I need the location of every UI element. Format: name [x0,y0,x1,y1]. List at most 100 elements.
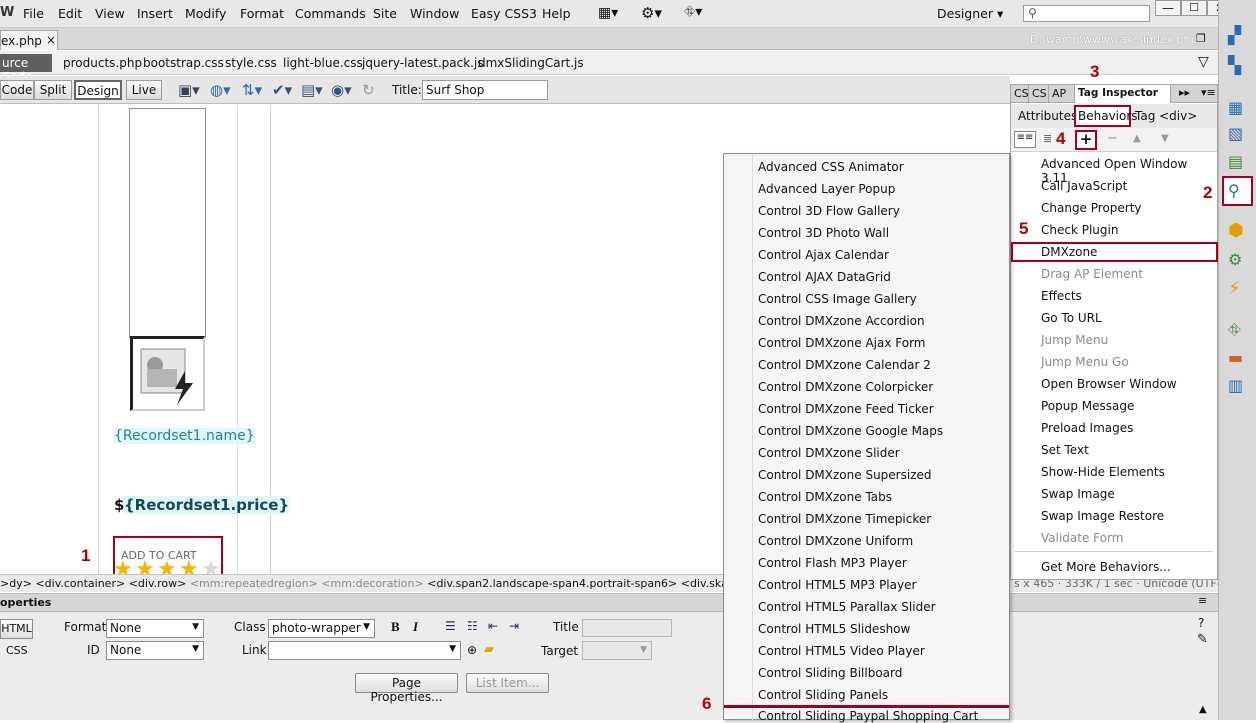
minimize-button[interactable]: — [1155,0,1181,16]
behavior-item[interactable]: Call JavaScript [1041,179,1127,193]
behavior-item[interactable]: Jump Menu Go [1041,355,1129,369]
tag-div-span2[interactable]: <div.span2.landscape-span4.portrait-span… [427,577,677,590]
tab-css-transitions[interactable]: CS [1029,85,1049,103]
panel-menu-icon[interactable]: ≡ [1198,594,1207,607]
live-view-button[interactable]: Live [126,80,162,100]
submenu-item[interactable]: Control HTML5 Slideshow [758,622,910,636]
tag-decoration[interactable]: <mm:decoration> [321,577,423,590]
class-select[interactable]: photo-wrapper ▼ [268,619,375,638]
recordset-price[interactable]: {Recordset1.price} [124,496,290,514]
point-to-file-icon[interactable]: ⊕ [467,643,477,657]
target-select[interactable]: ▼ [582,641,652,660]
link-input[interactable]: ▼ [268,641,461,660]
submenu-item[interactable]: Control Ajax Calendar [758,248,889,262]
menu-file[interactable]: File [23,6,44,21]
related-file[interactable]: jquery-latest.pack.js [362,56,484,70]
more-tabs-icon[interactable]: ▸▸ [1179,86,1190,99]
behavior-item-dmxzone[interactable]: DMXzone [1041,245,1097,259]
refresh-icon[interactable]: ↻ [362,81,375,99]
submenu-item[interactable]: Control DMXzone Colorpicker [758,380,933,394]
add-to-cart-button[interactable]: ADD TO CART [121,549,197,562]
menu-edit[interactable]: Edit [58,6,82,21]
submenu-item[interactable]: Control HTML5 MP3 Player [758,578,916,592]
panel-options-icon[interactable]: ▾≡ [1201,86,1216,99]
menu-help[interactable]: Help [542,6,571,21]
behavior-item[interactable]: Open Browser Window [1041,377,1177,391]
bindings-icon[interactable]: ⚙ [1228,250,1248,270]
behavior-item[interactable]: Validate Form [1041,531,1123,545]
related-file[interactable]: light-blue.css [283,56,363,70]
remove-behavior-button[interactable]: − [1107,131,1118,146]
submenu-item[interactable]: Control 3D Flow Gallery [758,204,900,218]
submenu-item[interactable]: Advanced CSS Animator [758,160,904,174]
submenu-item-paypal-cart[interactable]: Control Sliding Paypal Shopping Cart [758,709,978,723]
css-mode-button[interactable]: CSS [6,644,28,657]
submenu-item[interactable]: Control Sliding Billboard [758,666,902,680]
filter-icon[interactable]: ▽ [1198,54,1209,70]
submenu-item[interactable]: Control DMXzone Tabs [758,490,892,504]
submenu-item[interactable]: Control DMXzone Uniform [758,534,913,548]
menu-view[interactable]: View [95,6,125,21]
expand-icon[interactable]: ▲ [1199,704,1207,715]
snippets-icon[interactable]: ▤ [1228,152,1248,172]
behavior-item[interactable]: Show-Hide Elements [1041,465,1165,479]
show-all-events-icon[interactable]: ≣ [1043,132,1052,145]
indent-icon[interactable]: ⇥ [509,619,519,633]
related-file[interactable]: style.css [225,56,277,70]
server-behaviors-icon[interactable]: ⚡ [1228,278,1248,299]
tag-div-container[interactable]: <div.container> [35,577,125,590]
files-icon[interactable]: ▞ [1228,26,1248,46]
title-input[interactable]: Surf Shop [422,80,548,100]
folder-icon[interactable]: ▰ [484,642,494,657]
tag-body[interactable]: >dy> [0,577,32,590]
menu-site[interactable]: Site [373,6,397,21]
tag-div-tab[interactable]: Tag <div> [1135,109,1197,123]
file-management-icon[interactable]: ⇅▾ [242,81,262,99]
results-icon[interactable]: ▥ [1228,376,1248,396]
submenu-item[interactable]: Control DMXzone Timepicker [758,512,931,526]
behavior-item[interactable]: Popup Message [1041,399,1134,413]
layout-icon[interactable]: ▦▾ [598,5,618,21]
assets-icon[interactable]: ▚ [1228,56,1248,76]
recordset-name[interactable]: {Recordset1.name} [114,428,255,444]
submenu-item[interactable]: Control DMXzone Ajax Form [758,336,926,350]
image-placeholder-top[interactable] [129,108,206,338]
behaviors-tab[interactable]: Behaviors [1074,105,1138,127]
tab-tag-inspector[interactable]: Tag Inspector [1075,85,1171,103]
submenu-item[interactable]: Control AJAX DataGrid [758,270,891,284]
show-set-events-icon[interactable]: ≡≡ [1014,131,1036,148]
submenu-item[interactable]: Control DMXzone Accordion [758,314,925,328]
submenu-item[interactable]: Control HTML5 Parallax Slider [758,600,936,614]
format-select[interactable]: None ▼ [106,619,204,638]
submenu-item[interactable]: Control DMXzone Calendar 2 [758,358,931,372]
unordered-list-icon[interactable]: ☰ [445,619,456,633]
page-properties-button[interactable]: Page Properties... [355,673,458,704]
components-icon[interactable]: ⛗ [1228,320,1248,340]
submenu-item[interactable]: Control 3D Photo Wall [758,226,889,240]
tab-index-php[interactable]: ex.php × [0,30,58,50]
bold-button[interactable]: B [391,619,400,635]
workspace-switcher[interactable]: Designer ▾ [937,6,1003,21]
menu-format[interactable]: Format [240,6,284,21]
submenu-item[interactable]: Control DMXzone Google Maps [758,424,943,438]
menu-insert[interactable]: Insert [137,6,173,21]
move-up-icon[interactable]: ▲ [1133,133,1141,144]
restore-doc-icon[interactable]: ❐ [1196,32,1206,45]
split-view-button[interactable]: Split [34,80,72,100]
submenu-item[interactable]: Control Sliding Panels [758,688,888,702]
images-icon[interactable]: ▧ [1228,124,1248,144]
get-more-behaviors[interactable]: Get More Behaviors... [1041,560,1171,574]
insert-icon[interactable]: ▦ [1228,98,1248,118]
multiscreen-icon[interactable]: ▣▾ [178,81,200,99]
search-input[interactable]: ⚲ [1023,5,1150,22]
site-icon[interactable]: ⛗▾ [684,4,702,20]
menu-commands[interactable]: Commands [295,6,366,21]
database-icon[interactable]: ⬢ [1228,220,1248,241]
menu-modify[interactable]: Modify [185,6,226,21]
behavior-item[interactable]: Set Text [1041,443,1089,457]
close-icon[interactable]: × [46,33,56,47]
id-select[interactable]: None ▼ [106,641,204,660]
help-icon[interactable]: ? [1198,616,1204,630]
title-field[interactable] [582,619,672,637]
submenu-item[interactable]: Control DMXzone Slider [758,446,900,460]
